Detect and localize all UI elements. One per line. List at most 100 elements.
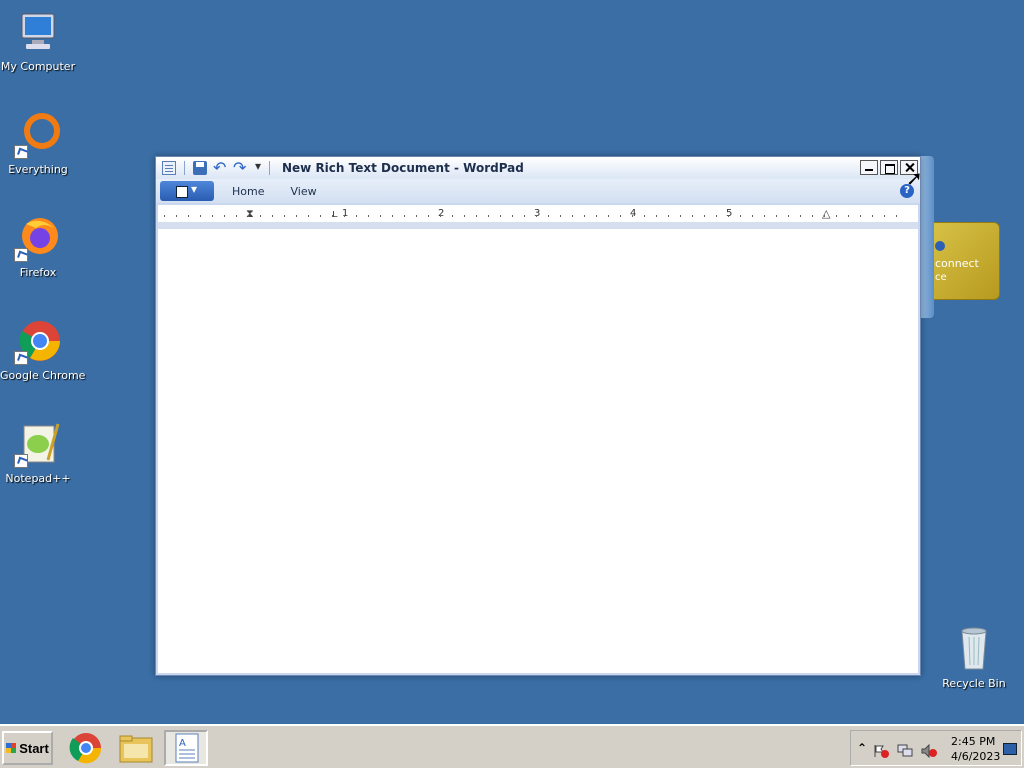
ruler-tick bbox=[368, 215, 369, 217]
action-center-icon[interactable] bbox=[873, 743, 889, 758]
wordpad-icon: A bbox=[175, 733, 199, 763]
recycle-bin-icon bbox=[950, 625, 998, 673]
tab-view[interactable]: View bbox=[286, 183, 320, 200]
ruler-tick bbox=[848, 215, 849, 217]
ruler-tick bbox=[476, 215, 477, 217]
network-icon[interactable] bbox=[897, 743, 913, 757]
ruler-tick bbox=[344, 215, 345, 217]
quick-access-toolbar bbox=[156, 158, 267, 177]
ruler-tick bbox=[524, 215, 525, 217]
ruler-tick bbox=[308, 215, 309, 217]
wordpad-app-icon[interactable] bbox=[162, 161, 176, 175]
ruler-tick bbox=[416, 215, 417, 217]
ruler-number: 4 bbox=[630, 208, 637, 219]
left-indent-marker[interactable]: ⧗ bbox=[246, 207, 254, 221]
ruler-tick bbox=[512, 215, 513, 217]
ruler-tick bbox=[704, 215, 705, 217]
clock-time[interactable]: 2:45 PM bbox=[951, 735, 995, 748]
desktop-icon-google-chrome[interactable]: Google Chrome bbox=[0, 317, 85, 383]
clock-date[interactable]: 4/6/2023 bbox=[951, 750, 1000, 763]
chrome-icon bbox=[14, 317, 62, 365]
ruler-number: 5 bbox=[726, 208, 733, 219]
ruler-tick bbox=[224, 215, 225, 217]
firefox-icon bbox=[14, 214, 62, 262]
gadget-text-secondary: ce bbox=[935, 272, 947, 283]
everything-icon bbox=[14, 111, 62, 159]
ruler-tick bbox=[572, 215, 573, 217]
ruler-tick bbox=[284, 215, 285, 217]
chrome-icon bbox=[69, 733, 102, 764]
system-tray: ⌃ 2:45 PM 4/6/2023 bbox=[850, 730, 1022, 766]
ruler-tick bbox=[860, 215, 861, 217]
ruler-tick bbox=[296, 215, 297, 217]
folder-icon bbox=[119, 735, 153, 763]
volume-muted-icon[interactable] bbox=[921, 743, 937, 759]
computer-icon bbox=[14, 8, 62, 56]
desktop-icon-label: Everything bbox=[8, 163, 68, 176]
ruler-tick bbox=[188, 215, 189, 217]
show-desktop-button[interactable] bbox=[1003, 743, 1017, 755]
ruler-tick bbox=[548, 215, 549, 217]
window-title: New Rich Text Document - WordPad bbox=[282, 161, 524, 175]
ruler-tick bbox=[500, 215, 501, 217]
ruler-tick bbox=[392, 215, 393, 217]
shortcut-arrow-icon bbox=[14, 145, 28, 159]
ruler-tick bbox=[236, 215, 237, 217]
taskbar-item-file-explorer[interactable] bbox=[114, 730, 158, 766]
shortcut-arrow-icon bbox=[14, 248, 28, 262]
redo-icon[interactable] bbox=[233, 158, 247, 177]
tab-home[interactable]: Home bbox=[228, 183, 268, 200]
windows-logo-icon bbox=[6, 743, 17, 753]
ruler-tick bbox=[248, 215, 249, 217]
ruler[interactable]: 1 2 3 4 5 ⧗ ʟ △ bbox=[158, 205, 918, 229]
svg-text:A: A bbox=[179, 738, 186, 749]
right-indent-marker[interactable]: △ bbox=[822, 207, 830, 220]
ruler-tick bbox=[788, 215, 789, 217]
document-editing-area[interactable] bbox=[158, 229, 918, 673]
ribbon-tab-bar: Home View ? bbox=[156, 179, 920, 203]
desktop-icon-label: Notepad++ bbox=[5, 472, 71, 485]
desktop-icon-recycle-bin[interactable]: Recycle Bin bbox=[936, 625, 1012, 691]
desktop-icon-label: My Computer bbox=[0, 60, 76, 73]
desktop-icon-everything[interactable]: Everything bbox=[0, 111, 76, 177]
start-button[interactable]: Start bbox=[2, 731, 53, 765]
desktop-icon-label: Firefox bbox=[19, 266, 57, 279]
desktop-icon-notepadpp[interactable]: Notepad++ bbox=[0, 420, 76, 486]
ruler-number: 2 bbox=[438, 208, 445, 219]
tab-stop-marker[interactable]: ʟ bbox=[332, 207, 338, 220]
ruler-tick bbox=[260, 215, 261, 217]
ruler-tick bbox=[176, 215, 177, 217]
ruler-tick bbox=[740, 215, 741, 217]
ruler-tick bbox=[440, 215, 441, 217]
wordpad-window[interactable]: New Rich Text Document - WordPad Home Vi… bbox=[155, 156, 921, 676]
ruler-tick bbox=[668, 215, 669, 217]
taskbar: Start A ⌃ 2:45 PM 4/6/2023 bbox=[0, 724, 1024, 768]
ruler-tick bbox=[752, 215, 753, 217]
ruler-tick bbox=[800, 215, 801, 217]
show-hidden-icons-icon[interactable]: ⌃ bbox=[857, 741, 867, 755]
maximize-button[interactable] bbox=[880, 160, 898, 175]
ruler-tick bbox=[428, 215, 429, 217]
ruler-tick bbox=[464, 215, 465, 217]
undo-icon[interactable] bbox=[213, 158, 227, 177]
ruler-tick bbox=[380, 215, 381, 217]
title-bar[interactable]: New Rich Text Document - WordPad bbox=[156, 157, 920, 179]
notepadpp-icon bbox=[14, 420, 62, 468]
ruler-tick bbox=[632, 215, 633, 217]
desktop-icon-my-computer[interactable]: My Computer bbox=[0, 8, 76, 74]
ruler-tick bbox=[596, 215, 597, 217]
ruler-tick bbox=[620, 215, 621, 217]
ruler-tick bbox=[776, 215, 777, 217]
save-icon[interactable] bbox=[193, 161, 207, 175]
desktop-icon-firefox[interactable]: Firefox bbox=[0, 214, 76, 280]
customize-toolbar-dropdown-icon[interactable] bbox=[253, 159, 267, 175]
ruler-tick bbox=[884, 215, 885, 217]
ruler-tick bbox=[680, 215, 681, 217]
taskbar-item-chrome[interactable] bbox=[64, 730, 108, 766]
minimize-button[interactable] bbox=[860, 160, 878, 175]
start-label: Start bbox=[19, 740, 49, 756]
ruler-tick bbox=[584, 215, 585, 217]
taskbar-item-wordpad[interactable]: A bbox=[164, 730, 208, 766]
application-menu-button[interactable] bbox=[160, 181, 214, 201]
ruler-tick bbox=[332, 215, 333, 217]
